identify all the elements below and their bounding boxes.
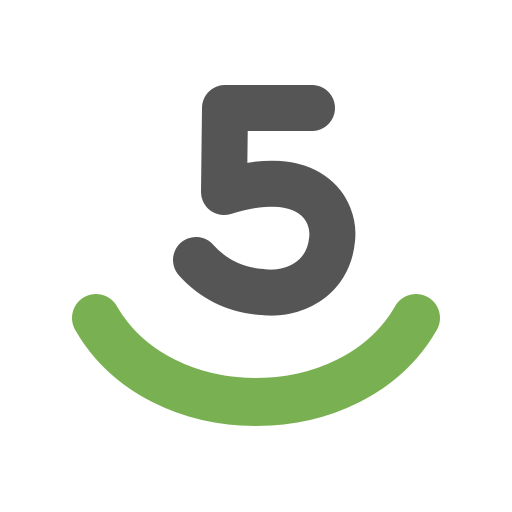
five-smile-logo-icon [72, 85, 440, 426]
smile-arc [72, 294, 440, 426]
app-logo [0, 0, 512, 512]
digit-five-mark [173, 85, 356, 316]
